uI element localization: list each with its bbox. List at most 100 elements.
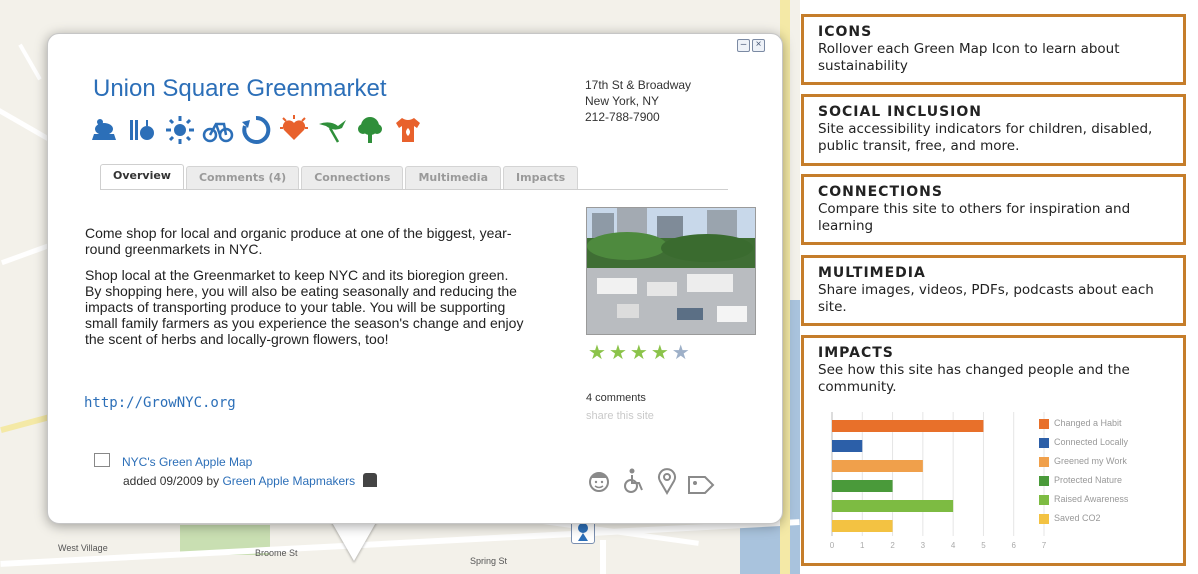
tab-multimedia[interactable]: Multimedia	[405, 166, 502, 189]
green-map-icons	[88, 114, 424, 146]
bar-greened-my-work[interactable]	[832, 460, 923, 472]
legend-item: Saved CO2	[1039, 513, 1101, 524]
map-label: West Village	[58, 543, 108, 553]
bar-changed-a-habit[interactable]	[832, 420, 984, 432]
x-tick-label: 2	[890, 541, 895, 550]
mapmaker-icon	[362, 473, 377, 487]
sun-energy-icon[interactable]	[164, 114, 196, 146]
site-popup: – × Union Square Greenmarket 17th St & B…	[47, 33, 783, 524]
info-text: Share images, videos, PDFs, podcasts abo…	[818, 282, 1154, 315]
x-tick-label: 5	[981, 541, 986, 550]
health-icon[interactable]	[278, 114, 310, 146]
info-box-multimedia: MULTIMEDIA Share images, videos, PDFs, p…	[801, 255, 1186, 326]
legend-item: Raised Awareness	[1039, 494, 1129, 505]
tree-icon[interactable]	[354, 114, 386, 146]
child-friendly-icon[interactable]	[585, 467, 613, 500]
address-phone: 212-788-7900	[585, 110, 660, 124]
info-title: CONNECTIONS	[818, 184, 943, 200]
close-icon[interactable]: ×	[752, 39, 765, 52]
free-icon[interactable]	[687, 467, 715, 500]
minimize-icon[interactable]: –	[737, 39, 750, 52]
site-website-link[interactable]: http://GrowNYC.org	[84, 395, 236, 411]
recycling-icon[interactable]	[240, 114, 272, 146]
accessibility-icons	[585, 467, 715, 500]
site-description: Come shop for local and organic produce …	[85, 225, 525, 357]
eco-fashion-icon[interactable]	[392, 114, 424, 146]
legend-swatch	[1039, 476, 1049, 486]
local-food-icon[interactable]	[126, 114, 158, 146]
info-box-icons: ICONS Rollover each Green Map Icon to le…	[801, 14, 1186, 85]
info-box-connections: CONNECTIONS Compare this site to others …	[801, 174, 1186, 245]
star-icon[interactable]: ★	[609, 343, 627, 363]
info-text: Rollover each Green Map Icon to learn ab…	[818, 41, 1120, 74]
legend-item: Protected Nature	[1039, 475, 1123, 486]
mapmaker-link[interactable]: Green Apple Mapmakers	[222, 474, 355, 488]
bird-habitat-icon[interactable]	[316, 114, 348, 146]
tab-comments[interactable]: Comments (4)	[185, 166, 300, 189]
info-text: See how this site has changed people and…	[818, 362, 1130, 395]
x-tick-label: 6	[1011, 541, 1016, 550]
impacts-bar-chart: 0 1 2 3 4 5 6 7	[830, 412, 1047, 550]
x-tick-label: 4	[951, 541, 956, 550]
map-label: Spring St	[470, 556, 508, 566]
info-text: Compare this site to others for inspirat…	[818, 201, 1131, 234]
bar-saved-co2[interactable]	[832, 520, 893, 532]
address-city: New York, NY	[585, 94, 660, 108]
address-street: 17th St & Broadway	[585, 78, 692, 92]
info-title: MULTIMEDIA	[818, 265, 926, 281]
popup-tabs: Overview Comments (4) Connections Multim…	[100, 164, 579, 190]
star-rating[interactable]: ★ ★ ★ ★ ★	[588, 343, 690, 363]
star-empty-icon[interactable]: ★	[672, 343, 690, 363]
bar-raised-awareness[interactable]	[832, 500, 954, 512]
site-address: 17th St & Broadway New York, NY 212-788-…	[585, 77, 691, 125]
legend-item: Connected Locally	[1039, 437, 1129, 448]
x-tick-label: 1	[860, 541, 865, 550]
added-date: added 09/2009 by	[123, 474, 220, 488]
comments-count[interactable]: 4 comments	[586, 392, 646, 404]
site-photo[interactable]	[586, 207, 756, 335]
legend-label: Raised Awareness	[1054, 494, 1129, 504]
farmers-market-icon[interactable]	[88, 114, 120, 146]
map-label: Broome St	[255, 548, 298, 558]
x-tick-label: 7	[1042, 541, 1047, 550]
star-icon[interactable]: ★	[588, 343, 606, 363]
bar-protected-nature[interactable]	[832, 480, 893, 492]
description-paragraph: Come shop for local and organic produce …	[85, 225, 512, 257]
tab-divider	[100, 189, 728, 190]
legend-label: Saved CO2	[1054, 513, 1101, 523]
legend-swatch	[1039, 495, 1049, 505]
info-text: Site accessibility indicators for childr…	[818, 121, 1153, 154]
info-title: ICONS	[818, 24, 873, 40]
description-paragraph: Shop local at the Greenmarket to keep NY…	[85, 267, 524, 347]
map-reference: NYC's Green Apple Map added 09/2009 by G…	[94, 453, 377, 491]
legend-label: Greened my Work	[1054, 456, 1127, 466]
location-pin-icon[interactable]	[653, 467, 681, 500]
legend-swatch	[1039, 457, 1049, 467]
x-tick-label: 3	[921, 541, 926, 550]
legend-swatch	[1039, 438, 1049, 448]
legend-label: Changed a Habit	[1054, 418, 1122, 428]
legend-swatch	[1039, 419, 1049, 429]
tab-impacts[interactable]: Impacts	[503, 166, 579, 189]
tab-connections[interactable]: Connections	[301, 166, 404, 189]
info-title: IMPACTS	[818, 345, 894, 361]
bar-connected-locally[interactable]	[832, 440, 863, 452]
legend-label: Connected Locally	[1054, 437, 1129, 447]
legend-item: Changed a Habit	[1039, 418, 1122, 429]
x-tick-label: 0	[830, 541, 835, 550]
green-map-link[interactable]: NYC's Green Apple Map	[122, 455, 252, 469]
star-icon[interactable]: ★	[651, 343, 669, 363]
popup-pointer	[330, 519, 378, 561]
share-site-link[interactable]: share this site	[586, 410, 654, 422]
legend-item: Greened my Work	[1039, 456, 1127, 467]
wheelchair-icon[interactable]	[619, 467, 647, 500]
info-title: SOCIAL INCLUSION	[818, 104, 982, 120]
site-title: Union Square Greenmarket	[93, 75, 387, 102]
legend-label: Protected Nature	[1054, 475, 1123, 485]
legend-swatch	[1039, 514, 1049, 524]
tab-overview[interactable]: Overview	[100, 164, 184, 190]
bike-icon[interactable]	[202, 114, 234, 146]
info-box-social-inclusion: SOCIAL INCLUSION Site accessibility indi…	[801, 94, 1186, 166]
star-icon[interactable]: ★	[630, 343, 648, 363]
map-book-icon	[94, 453, 110, 467]
